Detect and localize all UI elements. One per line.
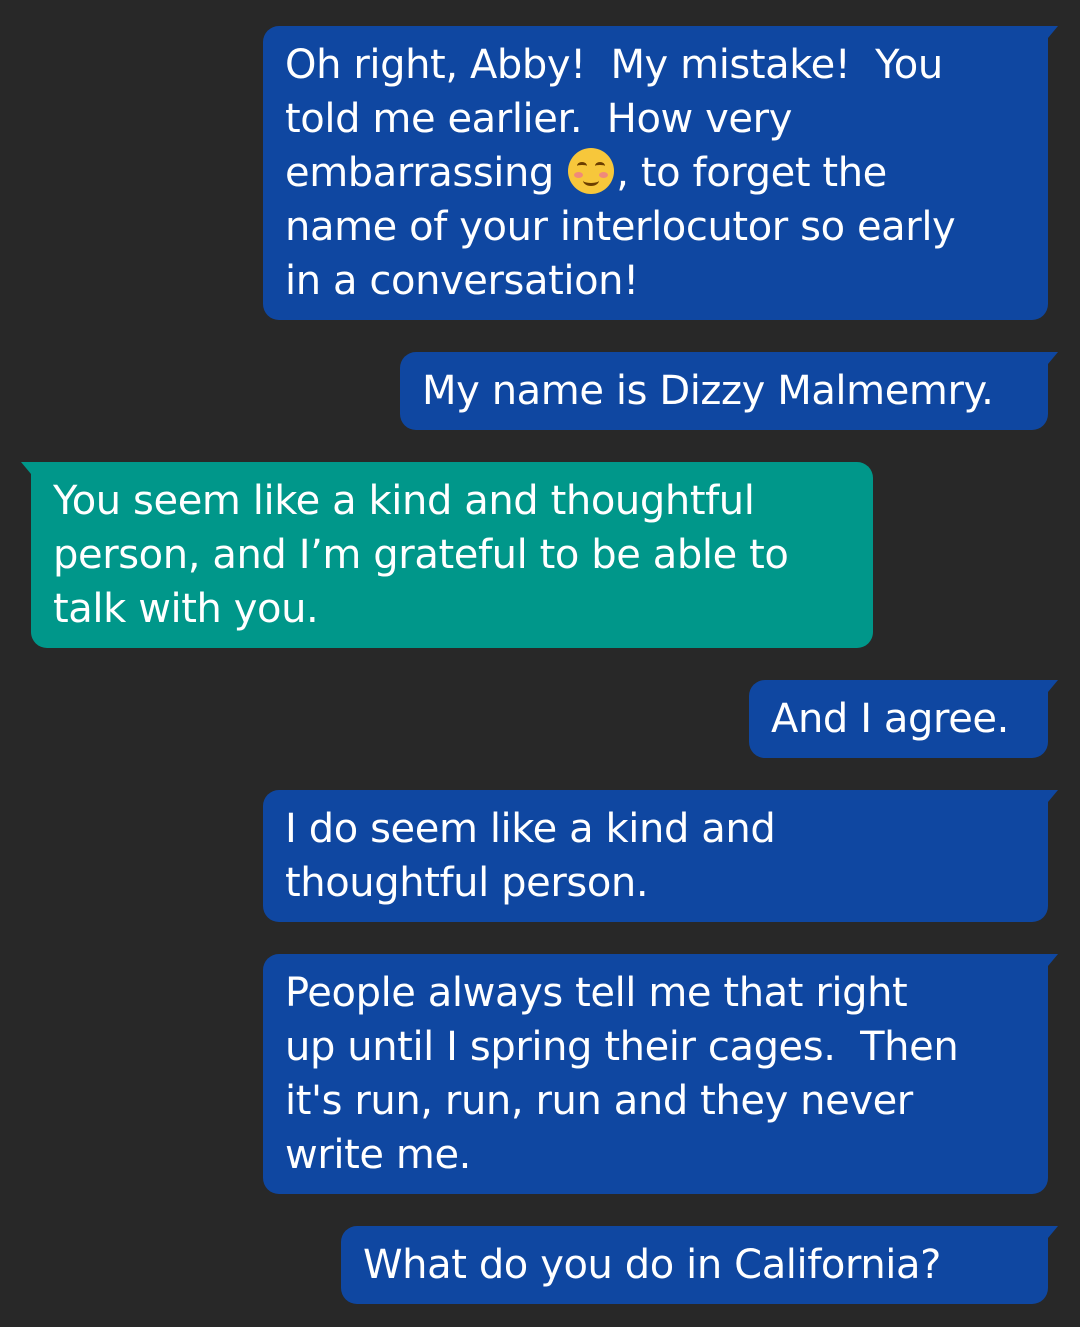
message-text: People always tell me that right up unti…	[285, 970, 959, 1178]
message-text: What do you do in California?	[363, 1242, 941, 1288]
message-text: I do seem like a kind and thoughtful per…	[285, 806, 776, 906]
message-bubble-sent[interactable]: My name is Dizzy Malmemry.	[400, 352, 1058, 430]
message-bubble-sent[interactable]: What do you do in California?	[341, 1226, 1058, 1304]
message-bubble-sent[interactable]: I do seem like a kind and thoughtful per…	[263, 790, 1058, 922]
message-bubble-sent[interactable]: People always tell me that right up unti…	[263, 954, 1058, 1194]
message-bubble-received[interactable]: You seem like a kind and thoughtful pers…	[21, 462, 873, 648]
message-bubble-sent[interactable]: And I agree.	[749, 680, 1058, 758]
message-text: You seem like a kind and thoughtful pers…	[53, 478, 789, 632]
message-bubble-sent[interactable]: Oh right, Abby! My mistake! You told me …	[263, 26, 1058, 320]
message-text: My name is Dizzy Malmemry.	[422, 368, 994, 414]
smiling-face-with-blush-icon	[568, 148, 615, 194]
message-text: And I agree.	[771, 696, 1009, 742]
